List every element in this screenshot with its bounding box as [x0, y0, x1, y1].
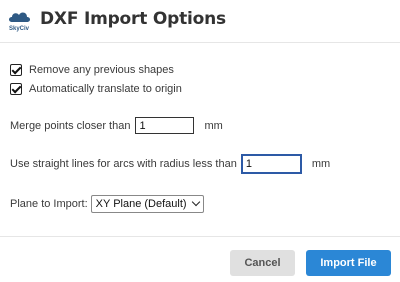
- remove-shapes-checkbox[interactable]: [10, 64, 22, 76]
- logo-text: SkyCiv: [8, 26, 29, 32]
- remove-shapes-label: Remove any previous shapes: [29, 64, 174, 76]
- dxf-import-dialog: SkyCiv DXF Import Options Remove any pre…: [0, 0, 400, 281]
- dialog-header: SkyCiv DXF Import Options: [0, 0, 400, 43]
- merge-points-row: Merge points closer than mm: [10, 117, 223, 134]
- chevron-down-icon: [191, 197, 200, 207]
- arc-radius-row: Use straight lines for arcs with radius …: [10, 154, 330, 174]
- arc-radius-input[interactable]: [240, 154, 302, 174]
- dialog-title: DXF Import Options: [40, 9, 226, 29]
- translate-origin-label: Automatically translate to origin: [29, 83, 182, 95]
- translate-origin-checkbox[interactable]: [10, 83, 22, 95]
- arc-radius-unit: mm: [311, 158, 331, 170]
- remove-shapes-option[interactable]: Remove any previous shapes: [10, 62, 174, 78]
- skyciv-logo: SkyCiv: [6, 7, 32, 35]
- import-file-button[interactable]: Import File: [306, 250, 391, 276]
- plane-select[interactable]: XY Plane (Default): [90, 195, 204, 213]
- merge-points-input[interactable]: [135, 117, 195, 134]
- merge-points-unit: mm: [204, 119, 223, 132]
- cancel-button[interactable]: Cancel: [230, 250, 295, 276]
- plane-row: Plane to Import: XY Plane (Default): [10, 195, 204, 213]
- plane-label: Plane to Import:: [10, 198, 88, 210]
- translate-origin-option[interactable]: Automatically translate to origin: [10, 81, 182, 97]
- dialog-footer: Cancel Import File: [0, 236, 400, 282]
- plane-select-value: XY Plane (Default): [95, 198, 187, 210]
- merge-points-label: Merge points closer than: [10, 119, 131, 132]
- cloud-icon: [9, 12, 30, 22]
- arc-radius-label: Use straight lines for arcs with radius …: [10, 158, 237, 170]
